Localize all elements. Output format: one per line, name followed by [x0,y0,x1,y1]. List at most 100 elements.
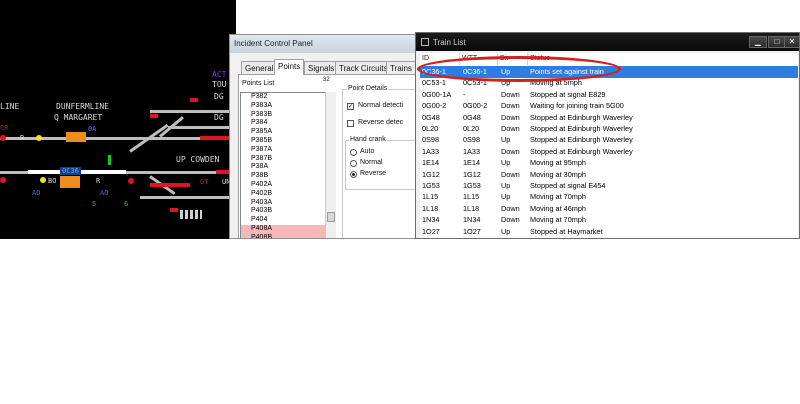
tab-points[interactable]: Points [274,59,305,75]
close-button[interactable]: ✕ [784,36,799,48]
label-dg-2: DG [214,113,224,122]
incident-control-panel: Incident Control Panel General Points Si… [229,34,419,239]
tab-trains[interactable]: Trains [386,61,416,75]
signal-light-red-4 [150,114,158,118]
table-row[interactable]: 0G00-2 0G00-2 Down Waiting for joining trai… [420,100,798,112]
signal-label-r: R [20,134,25,142]
points-list-item[interactable]: P402A [241,181,326,190]
points-list-scroll-thumb[interactable] [327,212,335,222]
cell-id: 0G48 [422,112,440,122]
cell-id: 0C53-1 [422,78,446,88]
tab-track-circuits[interactable]: Track Circuits [335,61,392,75]
points-list-item[interactable]: P403B [241,207,326,216]
points-list-item[interactable]: P385B [241,137,326,146]
table-row[interactable]: 1L18 1L18 Down Moving at 46mph [420,203,798,215]
cell-status: Stopped at Edinburgh Waverley [530,112,633,122]
radio-reverse-label: Reverse [360,170,387,177]
cell-status: Moving at 30mph [530,169,586,179]
train-label-0c36[interactable]: 0C36 [60,167,81,175]
table-row[interactable]: 0G00-1A - Down Stopped at signal E829 [420,89,798,101]
cell-wtt: 0S98 [463,135,481,145]
cell-status: Stopped at signal E829 [530,89,606,99]
train-list-titlebar[interactable]: Train List ▁ □ ✕ [416,33,799,51]
cell-dir: Down [501,169,520,179]
signal-label-5: 5 [92,200,97,208]
label-tou: TOU [212,80,227,89]
signalling-diagram: LINE DUNFERMLINE Q MARGARET ACT TOU DG D… [0,0,236,239]
cell-id: 0G00-1A [422,89,452,99]
label-dunfermline: DUNFERMLINE [56,102,109,111]
normal-detection-checkbox[interactable]: ✓ [347,103,354,110]
cell-dir: Down [501,203,520,213]
points-list-item[interactable]: P408A [241,224,326,234]
points-tab-body: Points List 32 P382 P383A P383B P384 P385A P3… [238,74,418,238]
points-list[interactable]: P382 P383A P383B P384 P385A P385B P387A P387B P3… [240,92,327,238]
cell-dir: Down [501,112,520,122]
table-row[interactable]: 1N34 1N34 Down Moving at 70mph [420,214,798,226]
points-list-item[interactable]: P38A [241,163,326,172]
train-list-title: Train List [433,38,466,47]
tab-general[interactable]: General [241,61,278,75]
points-list-item[interactable]: P384 [241,119,326,128]
reverse-detection-checkbox[interactable] [347,120,354,127]
table-row[interactable]: 1G53 1G53 Up Stopped at signal E454 [420,180,798,192]
cell-wtt: 0G48 [463,112,481,122]
table-row[interactable]: 0G48 0G48 Down Stopped at Edinburgh Waverle… [420,112,798,124]
radio-normal[interactable] [350,160,357,167]
cell-status: Moving at 46mph [530,203,586,213]
points-list-item[interactable]: P387B [241,155,326,164]
reverse-detection-label: Reverse detec [358,119,404,126]
points-list-item[interactable]: P385A [241,128,326,137]
points-list-item[interactable]: P403A [241,199,326,208]
track-red-segment-2 [150,183,190,187]
cell-dir: Up [501,192,511,202]
points-list-count: 32 [323,77,330,83]
cell-id: 1G12 [422,169,440,179]
label-dg-1: DG [214,92,224,101]
hand-crank-label: Hand crank [349,136,387,143]
cell-id: 1G53 [422,181,440,190]
cell-id: 0G00-2 [422,101,447,111]
points-list-item[interactable]: P404 [241,216,326,225]
cell-dir: Down [501,101,520,111]
minimize-button[interactable]: ▁ [749,36,767,48]
points-list-item[interactable]: P383A [241,102,326,111]
table-row[interactable]: 1L15 1L15 Up Moving at 70mph [420,191,798,203]
cell-dir: Down [501,146,520,156]
train-box-0c36 [60,176,80,188]
cell-status: Moving at 95mph [530,158,586,168]
cell-dir: Up [501,158,511,168]
signal-light-yellow-1 [36,135,42,141]
cell-id: 1N34 [422,215,440,225]
table-row[interactable]: 1A33 1A33 Down Stopped at Edinburgh Waverle… [420,146,798,158]
cell-id: 1L15 [422,192,439,202]
hand-crank-group: Hand crank Auto Normal Reverse [345,136,418,190]
points-list-item[interactable]: P382 [241,93,326,102]
cell-dir: Up [501,181,511,190]
table-row[interactable]: 1G12 1G12 Down Moving at 30mph [420,169,798,181]
signal-label-r-mid: R [96,177,101,185]
points-list-item[interactable]: P38B [241,172,326,181]
radio-auto[interactable] [350,149,357,156]
cell-wtt: 0G00-2 [463,101,488,111]
train-list-window-icon [421,38,429,46]
points-list-item[interactable]: P408B [241,233,326,238]
table-row[interactable]: 0L20 0L20 Down Stopped at Edinburgh Waverle… [420,123,798,135]
table-row[interactable]: 0S98 0S98 Up Stopped at Edinburgh Waverley [420,134,798,146]
points-list-item[interactable]: P383B [241,111,326,120]
points-list-item[interactable]: P402B [241,190,326,199]
radio-normal-label: Normal [360,159,383,166]
table-row[interactable]: 1O27 1O27 Up Stopped at Haymarket [420,226,798,238]
radio-reverse[interactable] [350,171,357,178]
signal-label-6: 6 [124,200,129,208]
cell-status: Moving at 70mph [530,215,586,225]
cell-wtt: 1E14 [463,158,481,168]
label-line: LINE [0,102,20,111]
cell-wtt: 1G53 [463,181,481,190]
points-list-scrollbar[interactable] [325,92,336,238]
table-row[interactable]: 1E14 1E14 Up Moving at 95mph [420,157,798,169]
tab-signals[interactable]: Signals [304,61,339,75]
train-label-0a: 0A [88,125,97,133]
points-list-item[interactable]: P387A [241,146,326,155]
cell-dir: Up [501,226,511,236]
